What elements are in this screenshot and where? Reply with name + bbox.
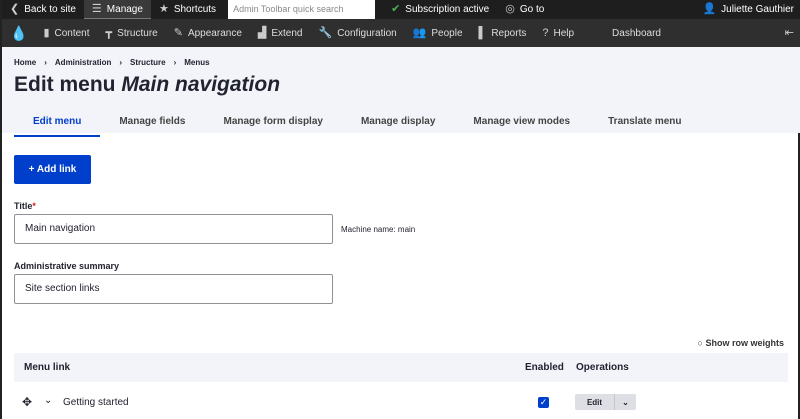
menu-dashboard[interactable]: Dashboard <box>604 28 669 39</box>
machine-name: Machine name: main <box>341 225 416 234</box>
col-operations: Operations <box>576 362 629 373</box>
operations-dropbutton: Edit ⌄ <box>575 394 636 410</box>
file-icon: ▮ <box>43 26 50 39</box>
title-input[interactable]: Main navigation <box>14 214 333 244</box>
edit-button[interactable]: Edit <box>575 394 615 410</box>
summary-label: Administrative summary <box>14 261 120 271</box>
goto-icon: ◎ <box>505 3 515 15</box>
collapse-icon: ⇤ <box>784 26 794 39</box>
col-enabled: Enabled <box>525 362 564 373</box>
menu-link-label[interactable]: Getting started <box>63 397 129 408</box>
breadcrumb: Home › Administration › Structure › Menus <box>14 58 210 67</box>
menu-reports[interactable]: ▌ Reports <box>471 26 535 39</box>
tab-edit-menu[interactable]: Edit menu <box>14 113 101 137</box>
people-icon: 👥 <box>412 26 427 39</box>
menu-help[interactable]: ? Help <box>534 26 582 39</box>
chevron-down-icon[interactable]: ⌄ <box>44 395 52 406</box>
sitemap-icon: ┳ <box>105 26 113 39</box>
collapse-toolbar-button[interactable]: ⇤ <box>777 26 800 39</box>
add-link-button[interactable]: + Add link <box>14 155 91 184</box>
brush-icon: ✎ <box>173 26 183 39</box>
menu-extend[interactable]: ▟ Extend <box>250 26 311 39</box>
enabled-checkbox[interactable]: ✓ <box>538 397 549 408</box>
breadcrumb-menus[interactable]: Menus <box>184 58 209 67</box>
menu-structure[interactable]: ┳ Structure <box>98 26 166 39</box>
tabs: Edit menu Manage fields Manage form disp… <box>14 113 700 137</box>
tab-manage-display[interactable]: Manage display <box>342 113 454 137</box>
menu-icon: ☰ <box>91 2 102 15</box>
user-menu[interactable]: 👤 Juliette Gauthier <box>694 0 800 19</box>
help-icon: ? <box>542 26 549 39</box>
required-marker: * <box>32 201 36 211</box>
bar-chart-icon: ▌ <box>478 26 487 39</box>
admin-toolbar: ❮ Back to site ☰ Manage ★ Shortcuts Admin T… <box>2 0 800 19</box>
breadcrumb-administration[interactable]: Administration <box>55 58 111 67</box>
quick-search-input[interactable]: Admin Toolbar quick search <box>228 0 376 19</box>
user-icon: 👤 <box>702 3 717 15</box>
drupal-drop-icon: 💧 <box>10 25 28 41</box>
breadcrumb-home[interactable]: Home <box>14 58 36 67</box>
back-to-site-link[interactable]: ❮ Back to site <box>2 0 84 19</box>
breadcrumb-structure[interactable]: Structure <box>130 58 166 67</box>
page-title: Edit menu Main navigation <box>14 73 281 96</box>
admin-menu-bar: 💧 ▮ Content ┳ Structure ✎ Appearance ▟ Exten… <box>2 19 800 47</box>
goto-link[interactable]: ◎ Go to <box>497 0 552 19</box>
menu-configuration[interactable]: 🔧 Configuration <box>311 26 405 39</box>
star-icon: ★ <box>158 3 169 15</box>
tab-manage-form-display[interactable]: Manage form display <box>204 113 341 137</box>
show-row-weights-button[interactable]: ○ Show row weights <box>698 338 784 348</box>
menu-appearance[interactable]: ✎ Appearance <box>166 26 250 39</box>
col-menu-link: Menu link <box>24 362 71 373</box>
title-label: Title* <box>14 201 36 211</box>
menu-content[interactable]: ▮ Content <box>35 26 97 39</box>
subscription-status[interactable]: ✔ Subscription active <box>383 0 497 19</box>
table-row: ✥ ⌄ Getting started ✓ Edit ⌄ <box>14 390 788 416</box>
menu-people[interactable]: 👥 People <box>405 26 471 39</box>
shortcuts-tab[interactable]: ★ Shortcuts <box>151 0 224 19</box>
summary-input[interactable]: Site section links <box>14 274 333 304</box>
tab-manage-view-modes[interactable]: Manage view modes <box>454 113 589 137</box>
puzzle-icon: ▟ <box>257 26 267 39</box>
wrench-icon: 🔧 <box>318 26 333 39</box>
chevron-down-icon[interactable]: ⌄ <box>615 394 636 410</box>
back-circle-icon: ❮ <box>10 3 20 15</box>
drag-handle-icon[interactable]: ✥ <box>22 395 32 409</box>
check-icon: ✔ <box>391 3 401 15</box>
tab-translate-menu[interactable]: Translate menu <box>589 113 700 137</box>
table-header: Menu link Enabled Operations <box>14 353 788 382</box>
tab-manage-fields[interactable]: Manage fields <box>100 113 204 137</box>
drupal-logo[interactable]: 💧 <box>2 26 35 40</box>
manage-tab[interactable]: ☰ Manage <box>83 0 151 19</box>
